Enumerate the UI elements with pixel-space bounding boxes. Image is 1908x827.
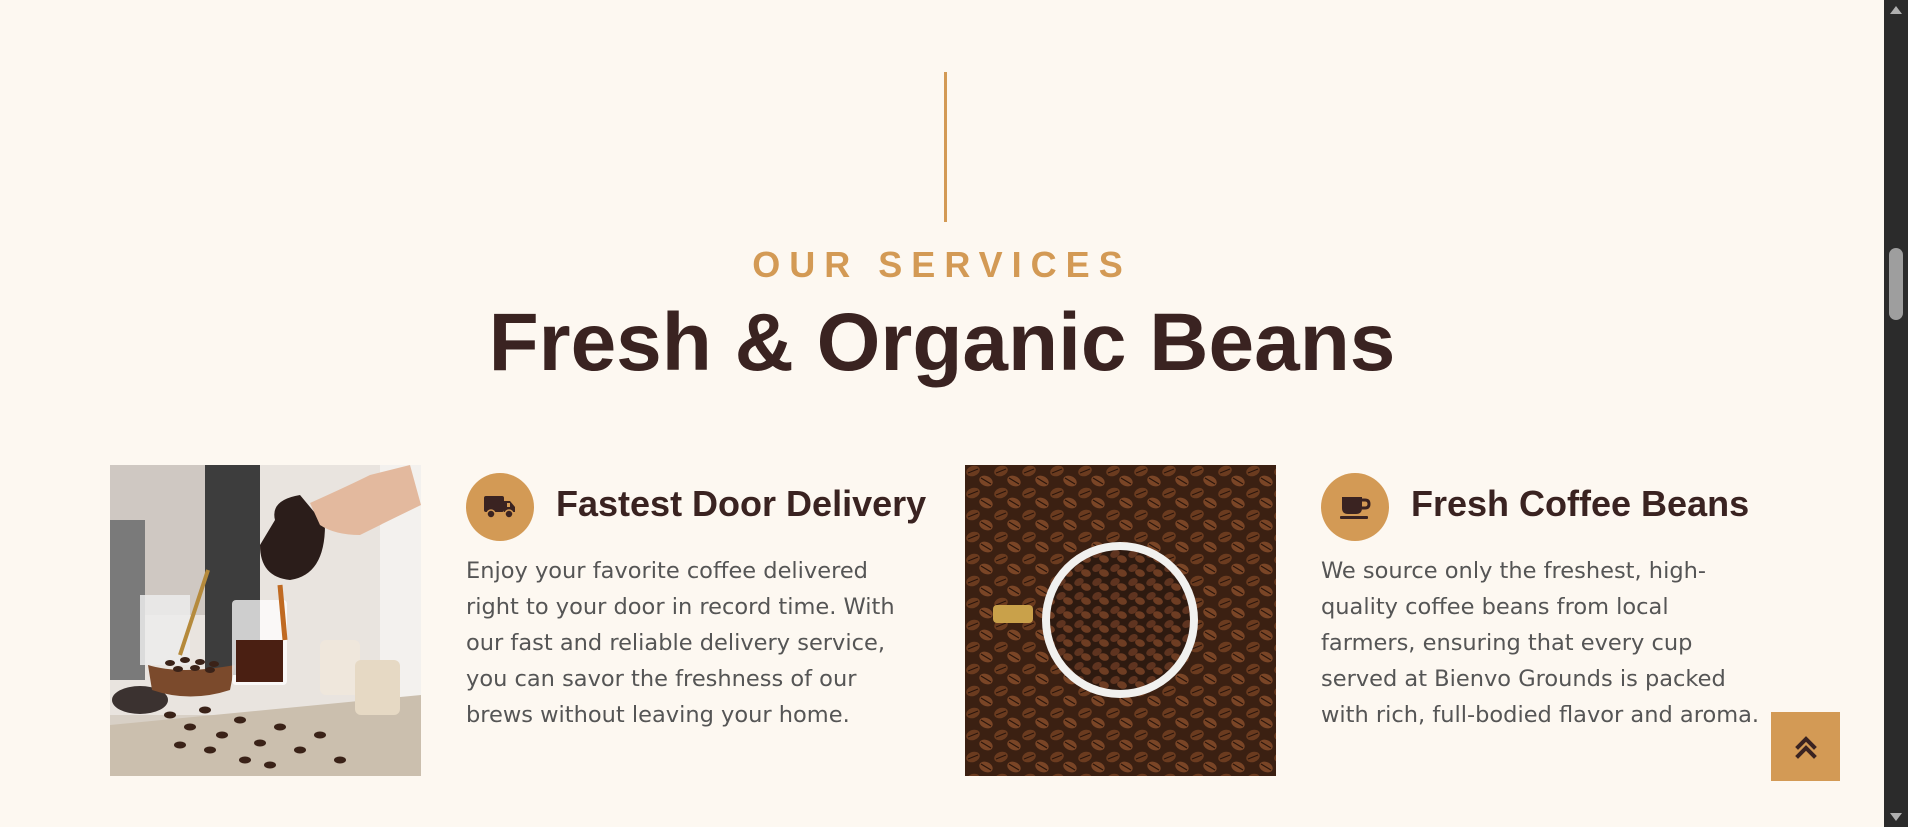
truck-icon [484, 496, 515, 519]
section-divider-line [944, 72, 947, 222]
coffee-cup-icon [1340, 497, 1371, 519]
section-title: Fresh & Organic Beans [488, 297, 1396, 388]
scrollbar-thumb[interactable] [1889, 248, 1903, 320]
vertical-scrollbar[interactable] [1884, 0, 1908, 827]
service-title: Fresh Coffee Beans [1411, 483, 1750, 524]
back-to-top-button[interactable] [1771, 712, 1840, 781]
coffee-cup-icon-badge [1321, 473, 1389, 541]
scroll-down-arrow-icon[interactable] [1890, 813, 1902, 821]
double-chevron-up-icon [1794, 735, 1817, 759]
scroll-up-arrow-icon[interactable] [1890, 6, 1902, 14]
coffee-beans-cup-image [965, 465, 1276, 776]
coffee-pour-image [110, 465, 421, 776]
page: OUR SERVICES Fresh & Organic Beans Faste… [0, 0, 1908, 827]
truck-icon-badge [466, 473, 534, 541]
section-eyebrow: OUR SERVICES [752, 244, 1132, 285]
service-description: We source only the freshest, high-qualit… [1321, 558, 1760, 728]
service-title: Fastest Door Delivery [556, 483, 927, 524]
service-description: Enjoy your favorite coffee delivered rig… [466, 558, 895, 728]
